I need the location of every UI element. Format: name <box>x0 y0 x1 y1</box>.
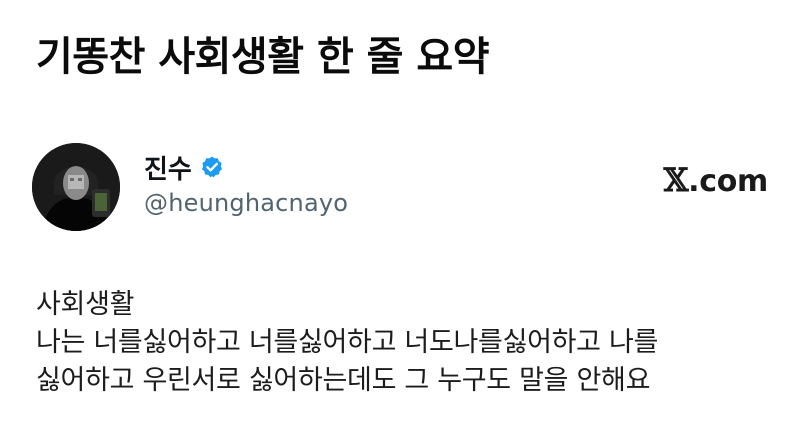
verified-badge-icon <box>200 155 224 179</box>
tweet-line: 사회생활 <box>36 289 135 320</box>
avatar[interactable] <box>32 143 120 231</box>
headline: 기똥찬 사회생활 한 줄 요약 <box>36 34 490 80</box>
x-logo-icon: 𝕏 <box>663 161 689 199</box>
site-label[interactable]: 𝕏.com <box>663 161 769 199</box>
tweet-line: 싫어하고 우린서로 싫어하는데도 그 누구도 말을 안해요 <box>36 365 651 396</box>
handle[interactable]: @heunghacnayo <box>144 189 348 217</box>
display-name[interactable]: 진수 <box>144 149 192 186</box>
site-domain: .com <box>688 164 768 199</box>
screenshot-page: 기똥찬 사회생활 한 줄 요약 진수 @heunghacnayo 𝕏.com 사… <box>0 0 800 444</box>
avatar-photo-icon <box>32 143 120 231</box>
name-row: 진수 <box>144 149 348 186</box>
tweet-body: 사회생활 나는 너를싫어하고 너를싫어하고 너도나를싫어하고 나를 싫어하고 우… <box>36 286 776 400</box>
tweet-line: 나는 너를싫어하고 너를싫어하고 너도나를싫어하고 나를 <box>36 327 659 358</box>
user-block: 진수 @heunghacnayo <box>144 149 348 218</box>
tweet-header: 진수 @heunghacnayo 𝕏.com <box>32 143 772 239</box>
